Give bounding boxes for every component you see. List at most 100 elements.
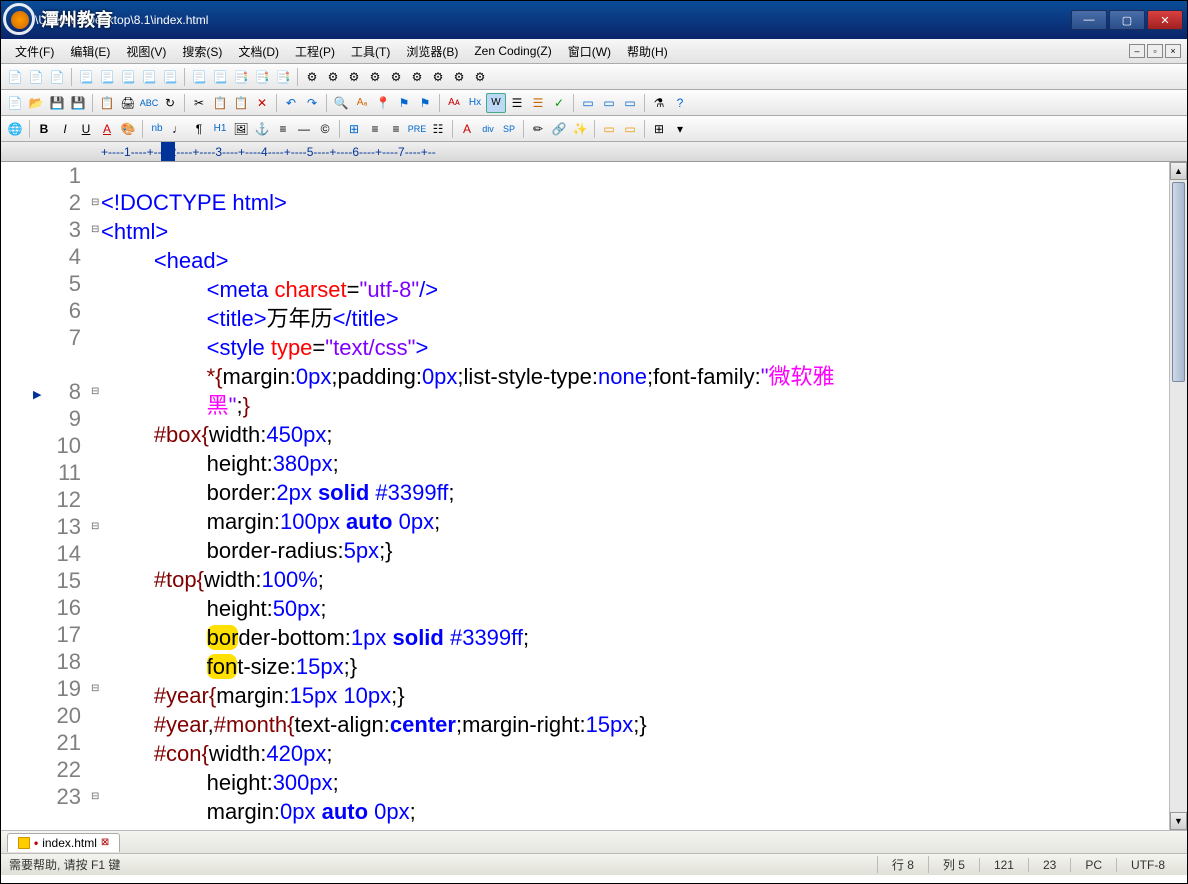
mdi-max-icon[interactable]: ▫ xyxy=(1147,44,1163,58)
code6-icon[interactable]: ⚙ xyxy=(407,67,427,87)
maximize-button[interactable]: ▢ xyxy=(1109,10,1145,30)
saveall-icon[interactable]: 💾 xyxy=(68,93,88,113)
menu-doc[interactable]: 文档(D) xyxy=(230,41,287,62)
code4-icon[interactable]: ⚙ xyxy=(365,67,385,87)
hex-icon[interactable]: Hx xyxy=(465,93,485,113)
doc-icon[interactable]: 📃 xyxy=(76,67,96,87)
code3-icon[interactable]: ⚙ xyxy=(344,67,364,87)
italic-icon[interactable]: I xyxy=(55,119,75,139)
doc7-icon[interactable]: 📃 xyxy=(210,67,230,87)
close-button[interactable]: ✕ xyxy=(1147,10,1183,30)
globe-icon[interactable]: 🌐 xyxy=(5,119,25,139)
hr-icon[interactable]: — xyxy=(294,119,314,139)
mdi-close-icon[interactable]: × xyxy=(1165,44,1181,58)
bookmark-icon[interactable]: ⚑ xyxy=(394,93,414,113)
menu-zen[interactable]: Zen Coding(Z) xyxy=(466,42,559,60)
more-icon[interactable]: ▾ xyxy=(670,119,690,139)
minimize-button[interactable]: — xyxy=(1071,10,1107,30)
tool1-icon[interactable]: ⚗ xyxy=(649,93,669,113)
paste-icon[interactable]: 📋 xyxy=(231,93,251,113)
save-icon[interactable]: 💾 xyxy=(47,93,67,113)
undo-icon[interactable]: ↶ xyxy=(281,93,301,113)
check-icon[interactable]: ✓ xyxy=(549,93,569,113)
bold-icon[interactable]: B xyxy=(34,119,54,139)
copy2-icon[interactable]: 📋 xyxy=(210,93,230,113)
new-file-icon[interactable]: 📄 xyxy=(5,67,25,87)
menu-help[interactable]: 帮助(H) xyxy=(619,41,676,62)
wrap-icon[interactable]: W xyxy=(486,93,506,113)
mdi-min-icon[interactable]: – xyxy=(1129,44,1145,58)
redo-icon[interactable]: ↷ xyxy=(302,93,322,113)
scroll-down-icon[interactable]: ▼ xyxy=(1170,812,1187,830)
delete-icon[interactable]: ✕ xyxy=(252,93,272,113)
lines2-icon[interactable]: ☰ xyxy=(528,93,548,113)
grid-icon[interactable]: ⊞ xyxy=(649,119,669,139)
form1-icon[interactable]: ▭ xyxy=(599,119,619,139)
panel1-icon[interactable]: ▭ xyxy=(578,93,598,113)
nb-icon[interactable]: nb xyxy=(147,119,167,139)
menu-browser[interactable]: 浏览器(B) xyxy=(398,41,466,62)
tab-index-html[interactable]: • index.html ⊠ xyxy=(7,833,120,852)
pre-icon[interactable]: PRE xyxy=(407,119,427,139)
editor[interactable]: ▶ 1234567 891011121314151617181920212223… xyxy=(1,162,1187,830)
doc10-icon[interactable]: 📑 xyxy=(273,67,293,87)
font2-icon[interactable]: A xyxy=(457,119,477,139)
copy-icon[interactable]: 📋 xyxy=(97,93,117,113)
code1-icon[interactable]: ⚙ xyxy=(302,67,322,87)
refresh-icon[interactable]: ↻ xyxy=(160,93,180,113)
code7-icon[interactable]: ⚙ xyxy=(428,67,448,87)
doc2-icon[interactable]: 📃 xyxy=(97,67,117,87)
menu-search[interactable]: 搜索(S) xyxy=(174,41,230,62)
panel2-icon[interactable]: ▭ xyxy=(599,93,619,113)
div-icon[interactable]: div xyxy=(478,119,498,139)
align-icon[interactable]: ≡ xyxy=(273,119,293,139)
para-icon[interactable]: ¶ xyxy=(189,119,209,139)
vertical-scrollbar[interactable]: ▲ ▼ xyxy=(1169,162,1187,830)
doc5-icon[interactable]: 📃 xyxy=(160,67,180,87)
left-icon[interactable]: ≡ xyxy=(365,119,385,139)
link-icon[interactable]: 🔗 xyxy=(549,119,569,139)
doc6-icon[interactable]: 📃 xyxy=(189,67,209,87)
code8-icon[interactable]: ⚙ xyxy=(449,67,469,87)
sp-icon[interactable]: SP xyxy=(499,119,519,139)
fontcolor-icon[interactable]: A xyxy=(97,119,117,139)
scroll-up-icon[interactable]: ▲ xyxy=(1170,162,1187,180)
form2-icon[interactable]: ▭ xyxy=(620,119,640,139)
code9-icon[interactable]: ⚙ xyxy=(470,67,490,87)
code5-icon[interactable]: ⚙ xyxy=(386,67,406,87)
ruler-marker[interactable] xyxy=(161,142,175,162)
doc8-icon[interactable]: 📑 xyxy=(231,67,251,87)
new-file3-icon[interactable]: 📄 xyxy=(47,67,67,87)
image-icon[interactable]: 🖼 xyxy=(231,119,251,139)
replace-icon[interactable]: Aₐ xyxy=(352,93,372,113)
code2-icon[interactable]: ⚙ xyxy=(323,67,343,87)
wand-icon[interactable]: ✨ xyxy=(570,119,590,139)
note-icon[interactable]: ♩ xyxy=(168,119,188,139)
underline-icon[interactable]: U xyxy=(76,119,96,139)
menu-file[interactable]: 文件(F) xyxy=(7,41,62,62)
print-icon[interactable]: 🖨 xyxy=(118,93,138,113)
edit-icon[interactable]: ✏ xyxy=(528,119,548,139)
h1-icon[interactable]: H1 xyxy=(210,119,230,139)
menu-tools[interactable]: 工具(T) xyxy=(343,41,398,62)
menu-edit[interactable]: 编辑(E) xyxy=(62,41,118,62)
copyright-icon[interactable]: © xyxy=(315,119,335,139)
doc3-icon[interactable]: 📃 xyxy=(118,67,138,87)
new-file2-icon[interactable]: 📄 xyxy=(26,67,46,87)
find-icon[interactable]: 🔍 xyxy=(331,93,351,113)
scroll-thumb[interactable] xyxy=(1172,182,1185,382)
panel3-icon[interactable]: ▭ xyxy=(620,93,640,113)
fold-column[interactable]: ⊟⊟ ⊟ ⊟ ⊟ ⊟ xyxy=(91,162,101,830)
help-icon[interactable]: ? xyxy=(670,93,690,113)
center-icon[interactable]: ≡ xyxy=(386,119,406,139)
spell-icon[interactable]: ABC xyxy=(139,93,159,113)
palette-icon[interactable]: 🎨 xyxy=(118,119,138,139)
table-icon[interactable]: ⊞ xyxy=(344,119,364,139)
menu-window[interactable]: 窗口(W) xyxy=(560,41,619,62)
code-area[interactable]: <!DOCTYPE html> <html> <head> <meta char… xyxy=(101,162,1169,830)
menu-project[interactable]: 工程(P) xyxy=(287,41,343,62)
new-icon[interactable]: 📄 xyxy=(5,93,25,113)
lines-icon[interactable]: ☰ xyxy=(507,93,527,113)
list-icon[interactable]: ☷ xyxy=(428,119,448,139)
doc4-icon[interactable]: 📃 xyxy=(139,67,159,87)
